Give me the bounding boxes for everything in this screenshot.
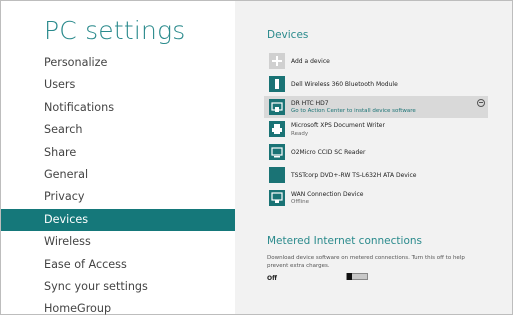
plus-icon (269, 53, 285, 69)
device-list: Add a device Dell Wireless 360 Bluetooth… (264, 50, 488, 210)
device-item[interactable]: Dell Wireless 360 Bluetooth Module (264, 73, 488, 96)
toggle-state-label: Off (267, 275, 277, 282)
dvd-drive-icon (269, 166, 285, 183)
device-name: WAN Connection Device (291, 190, 364, 198)
wan-device-icon (269, 189, 285, 206)
phone-device-icon (269, 98, 285, 115)
add-device-label: Add a device (291, 58, 330, 65)
device-name: Microsoft XPS Document Writer (291, 122, 385, 130)
add-device-button[interactable]: Add a device (264, 50, 488, 73)
device-status: Ready (291, 130, 309, 137)
nav-item-privacy[interactable]: Privacy (1, 186, 235, 208)
nav-item-ease-of-access[interactable]: Ease of Access (1, 254, 235, 276)
device-name: TSSTcorp DVD+-RW TS-L632H ATA Device (291, 171, 417, 179)
device-name: O2Micro CCID SC Reader (291, 149, 366, 157)
nav-item-notifications[interactable]: Notifications (1, 97, 235, 119)
settings-nav: Personalize Users Notifications Search S… (1, 52, 235, 315)
nav-item-wireless[interactable]: Wireless (1, 231, 235, 253)
toggle-thumb[interactable] (347, 273, 352, 280)
metered-heading: Metered Internet connections (267, 235, 422, 247)
devices-heading: Devices (267, 29, 309, 41)
device-item[interactable]: Microsoft XPS Document Writer Ready (264, 118, 488, 141)
device-item[interactable]: TSSTcorp DVD+-RW TS-L632H ATA Device (264, 164, 488, 187)
nav-item-users[interactable]: Users (1, 74, 235, 96)
nav-item-personalize[interactable]: Personalize (1, 52, 235, 74)
card-reader-icon (269, 144, 285, 161)
metered-description: Download device software on metered conn… (267, 255, 465, 269)
nav-item-sync-settings[interactable]: Sync your settings (1, 276, 235, 298)
nav-item-devices[interactable]: Devices (1, 208, 235, 232)
device-name: Dell Wireless 360 Bluetooth Module (291, 80, 398, 88)
device-status-link[interactable]: Go to Action Center to install device so… (291, 108, 416, 114)
remove-device-button[interactable] (477, 98, 485, 107)
device-item[interactable]: O2Micro CCID SC Reader (264, 141, 488, 164)
device-name: DR HTC HD7 (291, 99, 329, 107)
device-item-selected[interactable]: DR HTC HD7 Go to Action Center to instal… (264, 95, 488, 119)
nav-item-share[interactable]: Share (1, 142, 235, 164)
nav-item-general[interactable]: General (1, 164, 235, 186)
metered-toggle[interactable] (346, 273, 368, 280)
page-title: PC settings (44, 16, 186, 45)
nav-item-search[interactable]: Search (1, 119, 235, 141)
content-pane: Devices Add a device Dell Wireless 360 B… (235, 1, 512, 314)
device-item[interactable]: WAN Connection Device Offline (264, 187, 488, 210)
printer-icon (269, 121, 285, 138)
nav-item-homegroup[interactable]: HomeGroup (1, 298, 235, 315)
device-status: Offline (291, 199, 310, 206)
bluetooth-module-icon (269, 75, 285, 92)
navigation-pane: PC settings Personalize Users Notificati… (1, 1, 235, 315)
